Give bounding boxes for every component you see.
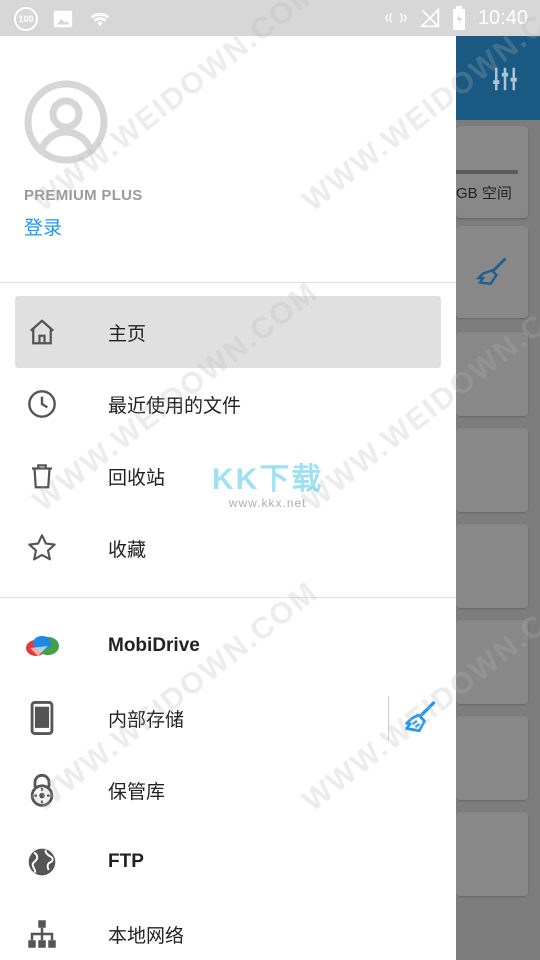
divider [0,597,456,598]
kkx-watermark-title: KK下载 [212,463,324,496]
kkx-watermark-url: www.kkx.net [228,496,307,510]
background-card [456,226,528,318]
nav-item-local-network[interactable]: 本地网络 [0,898,456,960]
storage-text: GB 空间 [456,185,512,202]
nav-item-home[interactable]: 主页 [0,296,456,368]
lock-icon [24,772,60,808]
vibrate-icon [385,13,407,23]
nav-item-label: 保管库 [108,781,166,803]
background-card [456,428,528,512]
nav-item-mobidrive[interactable]: MobiDrive [0,610,456,682]
trash-icon [24,458,60,494]
star-icon [24,530,60,566]
nav-item-recent-files[interactable]: 最近使用的文件 [0,368,456,440]
nav-item-label: 收藏 [108,539,147,561]
nav-item-label: 内部存储 [108,709,185,731]
status-bar: 100 10:40 [0,0,540,36]
kkx-watermark: KK下载 www.kkx.net [212,454,323,510]
background-storage-card: GB 空间 [456,126,528,218]
battery-icon [452,6,465,30]
login-link[interactable]: 登录 [24,213,62,240]
nav-item-label: 回收站 [108,467,166,489]
background-card [456,524,528,608]
background-app: GB 空间 [456,36,540,960]
broom-icon[interactable] [402,700,438,736]
mobidrive-logo-icon [24,628,60,664]
nav-item-label: FTP [108,851,144,872]
nav-item-vault[interactable]: 保管库 [0,754,456,826]
nav-item-label: 本地网络 [108,925,185,947]
nav-item-internal-storage[interactable]: 内部存储 [0,682,456,754]
clock-icon [24,386,60,422]
nav-item-label: 主页 [108,323,147,345]
phone-icon [24,700,60,736]
battery-saver-badge: 100 [14,7,38,31]
no-signal-icon [419,7,440,28]
broom-icon [475,257,507,286]
home-icon [24,314,60,350]
selection-highlight [15,296,441,368]
nav-item-label: 最近使用的文件 [108,395,242,417]
nav-item-label: MobiDrive [108,635,200,656]
nav-item-ftp[interactable]: FTP [0,826,456,898]
background-card [456,620,528,704]
subscription-tier: PREMIUM PLUS [24,187,143,204]
nav-item-favorites[interactable]: 收藏 [0,512,456,584]
background-card [456,332,528,416]
divider [0,282,456,283]
network-icon [24,916,60,952]
background-card [456,716,528,800]
image-icon [53,10,73,28]
clock-time: 10:40 [477,6,528,29]
background-toolbar [456,36,540,120]
wifi-icon [90,12,110,27]
vertical-divider [388,696,389,740]
background-card [456,812,528,896]
avatar-icon[interactable] [24,80,108,164]
filter-settings-icon [493,67,517,91]
storage-progress [456,170,518,174]
globe-icon [24,844,60,880]
